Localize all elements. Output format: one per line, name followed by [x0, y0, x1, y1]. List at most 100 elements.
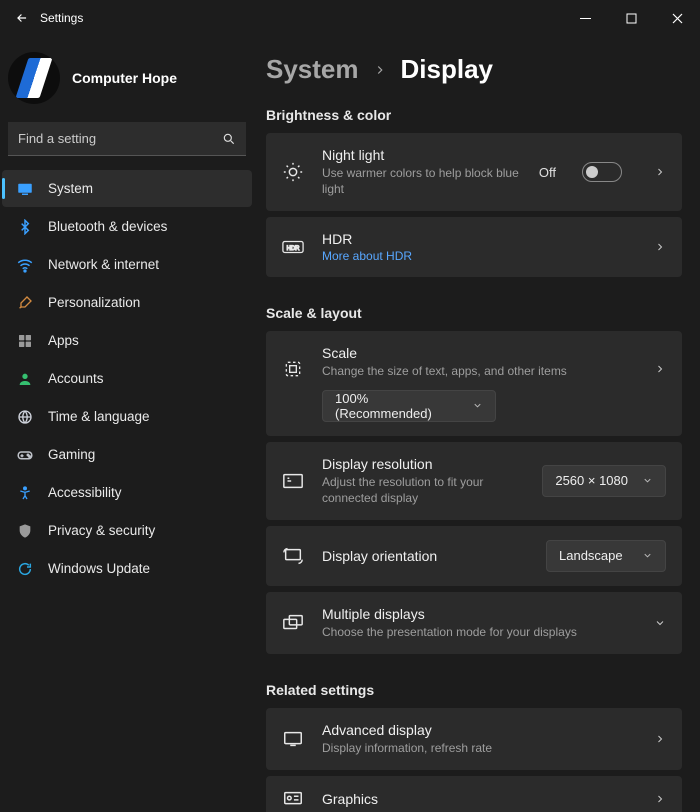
- sidebar-item-apps[interactable]: Apps: [2, 322, 252, 359]
- sidebar-item-gaming[interactable]: Gaming: [2, 436, 252, 473]
- back-button[interactable]: [8, 4, 36, 32]
- setting-title: Graphics: [322, 791, 636, 807]
- multiple-displays-icon: [282, 613, 304, 633]
- setting-title: Multiple displays: [322, 606, 636, 622]
- graphics-icon: [282, 790, 304, 808]
- chevron-right-icon[interactable]: [654, 793, 666, 805]
- avatar: [8, 52, 60, 104]
- setting-desc: Use warmer colors to help block blue lig…: [322, 165, 521, 197]
- setting-resolution[interactable]: Display resolution Adjust the resolution…: [266, 442, 682, 520]
- advanced-display-icon: [282, 730, 304, 748]
- dropdown-value: Landscape: [559, 548, 623, 563]
- globe-icon: [16, 408, 34, 426]
- setting-title: Night light: [322, 147, 521, 163]
- setting-title: Scale: [322, 345, 636, 361]
- setting-graphics[interactable]: Graphics: [266, 776, 682, 812]
- hdr-more-link[interactable]: More about HDR: [322, 249, 412, 263]
- orientation-icon: [282, 546, 304, 566]
- setting-multiple-displays[interactable]: Multiple displays Choose the presentatio…: [266, 592, 682, 654]
- monitor-icon: [16, 180, 34, 198]
- brush-icon: [16, 294, 34, 312]
- setting-desc: Change the size of text, apps, and other…: [322, 363, 636, 379]
- dropdown-value: 2560 × 1080: [555, 473, 628, 488]
- sidebar-item-label: Personalization: [48, 295, 140, 310]
- setting-desc: Choose the presentation mode for your di…: [322, 624, 636, 640]
- accessibility-icon: [16, 484, 34, 502]
- section-title-brightness: Brightness & color: [266, 107, 682, 123]
- sidebar-item-label: Privacy & security: [48, 523, 155, 538]
- resolution-dropdown[interactable]: 2560 × 1080: [542, 465, 666, 497]
- sidebar-item-label: Windows Update: [48, 561, 150, 576]
- sidebar-item-label: Apps: [48, 333, 79, 348]
- chevron-right-icon[interactable]: [654, 241, 666, 253]
- orientation-dropdown[interactable]: Landscape: [546, 540, 666, 572]
- sidebar-item-time-language[interactable]: Time & language: [2, 398, 252, 435]
- setting-scale[interactable]: Scale Change the size of text, apps, and…: [266, 331, 682, 435]
- setting-hdr[interactable]: HDR HDR More about HDR: [266, 217, 682, 277]
- window-controls: [562, 0, 700, 36]
- sidebar-item-label: Time & language: [48, 409, 150, 424]
- window-title: Settings: [40, 11, 83, 25]
- wifi-icon: [16, 256, 34, 274]
- night-light-toggle[interactable]: [582, 162, 622, 182]
- section-title-related: Related settings: [266, 682, 682, 698]
- setting-orientation[interactable]: Display orientation Landscape: [266, 526, 682, 586]
- sidebar-item-label: System: [48, 181, 93, 196]
- sidebar-item-label: Gaming: [48, 447, 95, 462]
- chevron-right-icon[interactable]: [654, 166, 666, 178]
- sidebar-item-privacy[interactable]: Privacy & security: [2, 512, 252, 549]
- section-title-scale: Scale & layout: [266, 305, 682, 321]
- chevron-right-icon[interactable]: [654, 363, 666, 375]
- gamepad-icon: [16, 446, 34, 464]
- nav: System Bluetooth & devices Network & int…: [2, 170, 252, 587]
- resolution-icon: [282, 471, 304, 491]
- minimize-icon: [580, 13, 591, 24]
- shield-icon: [16, 522, 34, 540]
- chevron-right-icon[interactable]: [654, 733, 666, 745]
- scale-dropdown[interactable]: 100% (Recommended): [322, 390, 496, 422]
- sidebar-item-windows-update[interactable]: Windows Update: [2, 550, 252, 587]
- toggle-state-label: Off: [539, 165, 556, 180]
- setting-title: HDR: [322, 231, 636, 247]
- update-icon: [16, 560, 34, 578]
- breadcrumb-current: Display: [401, 54, 494, 85]
- maximize-button[interactable]: [608, 0, 654, 36]
- setting-night-light[interactable]: Night light Use warmer colors to help bl…: [266, 133, 682, 211]
- search-box[interactable]: [8, 122, 246, 156]
- profile[interactable]: Computer Hope: [2, 46, 252, 122]
- sidebar-item-bluetooth[interactable]: Bluetooth & devices: [2, 208, 252, 245]
- dropdown-value: 100% (Recommended): [335, 391, 458, 421]
- chevron-down-icon[interactable]: [654, 617, 666, 629]
- bluetooth-icon: [16, 218, 34, 236]
- breadcrumb-parent[interactable]: System: [266, 54, 359, 85]
- sidebar-item-accessibility[interactable]: Accessibility: [2, 474, 252, 511]
- sidebar-item-system[interactable]: System: [2, 170, 252, 207]
- scale-icon: [282, 359, 304, 379]
- chevron-down-icon: [642, 475, 653, 486]
- minimize-button[interactable]: [562, 0, 608, 36]
- sidebar-item-network[interactable]: Network & internet: [2, 246, 252, 283]
- search-icon: [222, 132, 236, 146]
- chevron-down-icon: [472, 400, 483, 411]
- sidebar-item-label: Accounts: [48, 371, 104, 386]
- content: System Display Brightness & color Night …: [258, 36, 700, 812]
- setting-desc: Adjust the resolution to fit your connec…: [322, 474, 524, 506]
- maximize-icon: [626, 13, 637, 24]
- svg-text:HDR: HDR: [287, 246, 301, 252]
- setting-desc: Display information, refresh rate: [322, 740, 636, 756]
- sidebar-item-personalization[interactable]: Personalization: [2, 284, 252, 321]
- sidebar-item-label: Accessibility: [48, 485, 122, 500]
- chevron-down-icon: [642, 550, 653, 561]
- apps-icon: [16, 332, 34, 350]
- sidebar-item-label: Bluetooth & devices: [48, 219, 167, 234]
- search-input[interactable]: [18, 131, 222, 146]
- sidebar-item-label: Network & internet: [48, 257, 159, 272]
- sidebar-item-accounts[interactable]: Accounts: [2, 360, 252, 397]
- chevron-right-icon: [373, 63, 387, 77]
- close-button[interactable]: [654, 0, 700, 36]
- titlebar: Settings: [0, 0, 700, 36]
- arrow-left-icon: [15, 11, 29, 25]
- sun-icon: [282, 161, 304, 183]
- setting-advanced-display[interactable]: Advanced display Display information, re…: [266, 708, 682, 770]
- close-icon: [672, 13, 683, 24]
